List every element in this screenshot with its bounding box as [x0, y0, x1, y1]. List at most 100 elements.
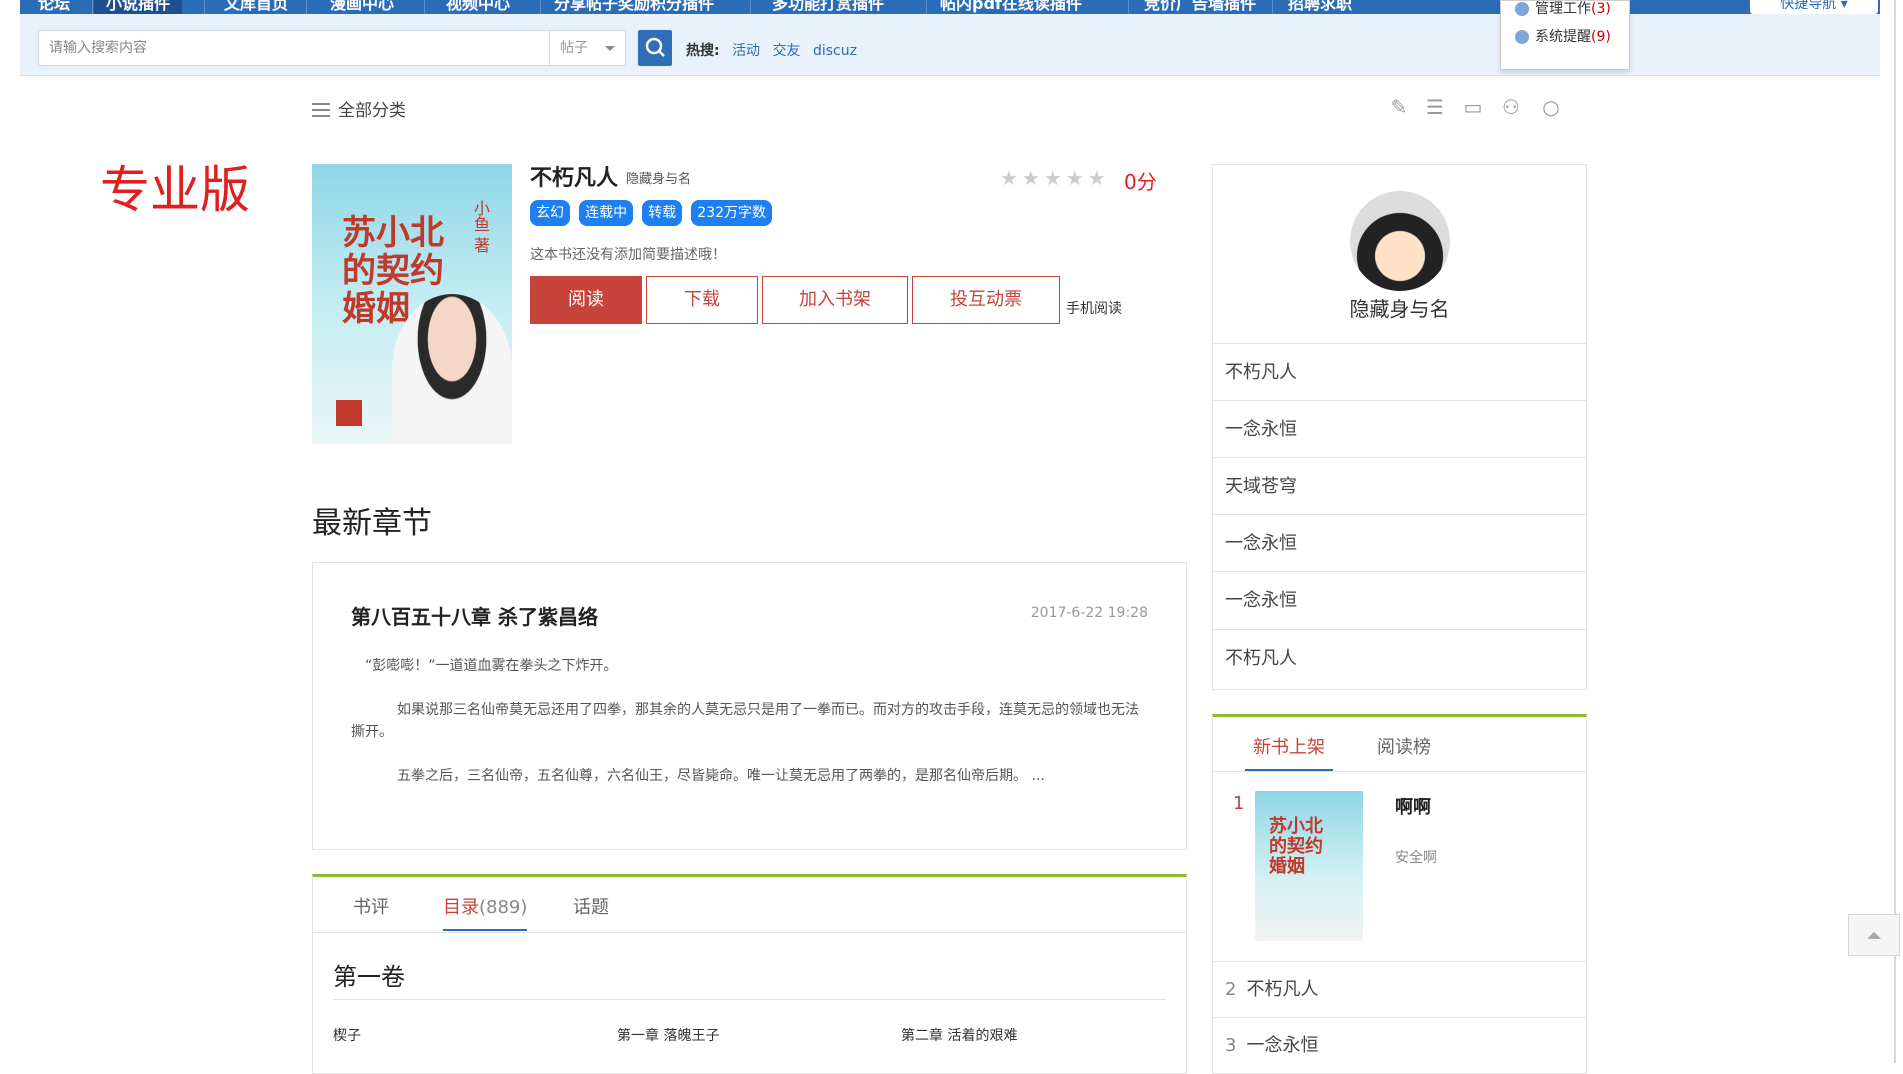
search-type-select[interactable]: 帖子	[550, 30, 626, 66]
system-remind-label: 系统提醒	[1535, 29, 1591, 45]
nav-divider	[540, 0, 541, 14]
rank-title: 不朽凡人	[1246, 979, 1319, 1000]
chapter-link[interactable]: 第二章 活着的艰难	[901, 1025, 1017, 1045]
rank-title: 一念永恒	[1246, 1035, 1319, 1056]
manage-work-link[interactable]: 管理工作(3)	[1515, 0, 1611, 19]
search-icon	[645, 37, 665, 57]
nav-divider	[1272, 0, 1273, 14]
book-description: 这本书还没有添加简要描述哦！	[530, 247, 726, 263]
nav-item-share-reward[interactable]: 分享帖子奖励积分插件	[554, 0, 714, 14]
tab-topics[interactable]: 话题	[573, 893, 609, 919]
tab-new-books[interactable]: 新书上架	[1245, 733, 1333, 771]
manage-work-count: (3)	[1591, 1, 1611, 17]
avatar[interactable]	[1350, 191, 1450, 291]
tab-catalog-count: (889)	[479, 897, 528, 918]
publisher-logo	[336, 400, 362, 426]
manage-work-label: 管理工作	[1535, 1, 1591, 17]
rank-number: 1	[1233, 793, 1245, 814]
add-to-shelf-button[interactable]: 加入书架	[762, 276, 908, 324]
rank-book-title[interactable]: 啊啊	[1395, 793, 1431, 819]
rank-book-cover[interactable]: 苏小北的契约婚姻	[1255, 791, 1363, 941]
nav-item-tip-plugin[interactable]: 多功能打赏插件	[772, 0, 884, 14]
author-book-item[interactable]: 一念永恒	[1213, 571, 1586, 629]
search-input[interactable]: 请输入搜索内容	[38, 30, 550, 66]
author-book-item[interactable]: 不朽凡人	[1213, 343, 1586, 401]
quick-nav-button[interactable]: 快捷导航 ▾	[1750, 0, 1878, 14]
system-remind-count: (9)	[1591, 29, 1611, 45]
nav-item-novel-plugin[interactable]: 小说插件	[94, 0, 183, 14]
hot-search-link[interactable]: 活动	[732, 43, 760, 59]
nav-item-comics[interactable]: 漫画中心	[330, 0, 394, 14]
tab-catalog-label: 目录	[443, 897, 479, 918]
ranking-panel: 新书上架 阅读榜 1 苏小北的契约婚姻 啊啊 安全啊 2 不朽凡人 3 一念永恒	[1212, 714, 1587, 1074]
chevron-down-icon	[605, 46, 615, 56]
latest-chapter-heading: 最新章节	[312, 506, 432, 541]
author-name[interactable]: 隐藏身与名	[1213, 293, 1586, 322]
rank-number: 3	[1225, 1035, 1237, 1056]
book-title: 不朽凡人	[530, 166, 619, 191]
chapter-paragraph: 如果说那三名仙帝莫无忌还用了四拳，那其余的人莫无忌只是用了一拳而已。而对方的攻击…	[351, 702, 1139, 740]
edit-icon[interactable]: ✎	[1388, 96, 1410, 118]
catalog-panel: 书评 目录(889) 话题 第一卷 楔子 第一章 落魄王子 第二章 活着的艰难	[312, 874, 1187, 1074]
nav-divider	[1128, 0, 1129, 14]
rank-cover-title: 苏小北的契约婚姻	[1269, 816, 1323, 877]
nav-item-pdf-plugin[interactable]: 帖内pdf在线读插件	[940, 0, 1082, 14]
author-book-item[interactable]: 天域苍穹	[1213, 457, 1586, 515]
nav-divider	[306, 0, 307, 14]
nav-item-forum[interactable]: 论坛	[38, 0, 70, 14]
download-button[interactable]: 下载	[646, 276, 758, 324]
nav-divider	[926, 0, 927, 14]
book-author[interactable]: 隐藏身与名	[626, 168, 691, 187]
tag-status[interactable]: 连载中	[579, 200, 634, 226]
nav-divider	[92, 0, 93, 14]
rank-book-subtitle: 安全啊	[1395, 850, 1437, 866]
nav-item-ad-wall[interactable]: 竞价广告墙插件	[1144, 0, 1256, 14]
cover-illustration	[392, 294, 512, 444]
nav-item-library[interactable]: 文库首页	[224, 0, 288, 14]
hot-search: 热搜: 活动 交友 discuz	[686, 40, 857, 60]
book-tags: 玄幻 连载中 转载 232万字数	[530, 200, 776, 226]
author-book-item[interactable]: 一念永恒	[1213, 514, 1586, 572]
author-sidebar: 隐藏身与名 不朽凡人 一念永恒 天域苍穹 一念永恒 一念永恒 不朽凡人	[1212, 164, 1587, 690]
rank-row[interactable]: 3 一念永恒	[1213, 1017, 1586, 1073]
all-categories-button[interactable]: 全部分类	[312, 96, 406, 121]
latest-chapter-date: 2017-6-22 19:28	[1030, 605, 1148, 621]
users-icon[interactable]: ⚇	[1500, 96, 1522, 118]
nav-divider	[424, 0, 425, 14]
chapter-link[interactable]: 楔子	[333, 1025, 361, 1045]
latest-chapter-title[interactable]: 第八百五十八章 杀了紫昌络	[351, 601, 598, 630]
search-button[interactable]	[638, 30, 672, 66]
rank-row[interactable]: 2 不朽凡人	[1213, 961, 1586, 1017]
scrollbar[interactable]	[1894, 0, 1896, 1063]
tag-word-count[interactable]: 232万字数	[691, 200, 773, 226]
read-button[interactable]: 阅读	[530, 276, 642, 324]
rating-score: 0分	[1124, 170, 1157, 194]
database-icon[interactable]: ☰	[1424, 96, 1446, 118]
tab-reviews[interactable]: 书评	[353, 893, 389, 919]
author-book-item[interactable]: 一念永恒	[1213, 400, 1586, 458]
volume-title: 第一卷	[333, 963, 405, 991]
tag-source[interactable]: 转载	[642, 200, 683, 226]
author-book-item[interactable]: 不朽凡人	[1213, 629, 1586, 687]
nav-item-jobs[interactable]: 招聘求职	[1288, 0, 1352, 14]
search-icon[interactable]: ○	[1540, 96, 1562, 118]
vote-button[interactable]: 投互动票	[912, 276, 1060, 324]
book-cover[interactable]: 苏小北的契约婚姻 小鱼 著	[312, 164, 512, 444]
chapter-paragraph: 五拳之后，三名仙帝，五名仙尊，六名仙王，尽皆毙命。唯一让莫无忌用了两拳的，是那名…	[397, 768, 1045, 784]
tab-read-ranking[interactable]: 阅读榜	[1377, 733, 1431, 759]
arrow-up-icon: ⏶	[1866, 923, 1882, 947]
tab-catalog[interactable]: 目录(889)	[443, 893, 528, 931]
mobile-read-link[interactable]: 手机阅读	[1066, 298, 1122, 318]
hot-search-link[interactable]: discuz	[813, 43, 857, 59]
chapter-link[interactable]: 第一章 落魄王子	[617, 1025, 719, 1045]
search-type-value: 帖子	[560, 40, 588, 56]
hot-search-link[interactable]: 交友	[773, 43, 801, 59]
rating-stars[interactable]: ★★★★★	[1000, 166, 1110, 190]
back-to-top-button[interactable]: ⏶	[1848, 914, 1900, 956]
nav-item-video[interactable]: 视频中心	[446, 0, 510, 14]
divider	[333, 999, 1166, 1000]
bookshelf-icon[interactable]: ▭	[1462, 96, 1484, 118]
system-remind-link[interactable]: 系统提醒(9)	[1515, 27, 1611, 47]
tag-genre[interactable]: 玄幻	[530, 200, 570, 226]
catalog-tabs: 书评 目录(889) 话题	[313, 877, 1186, 933]
